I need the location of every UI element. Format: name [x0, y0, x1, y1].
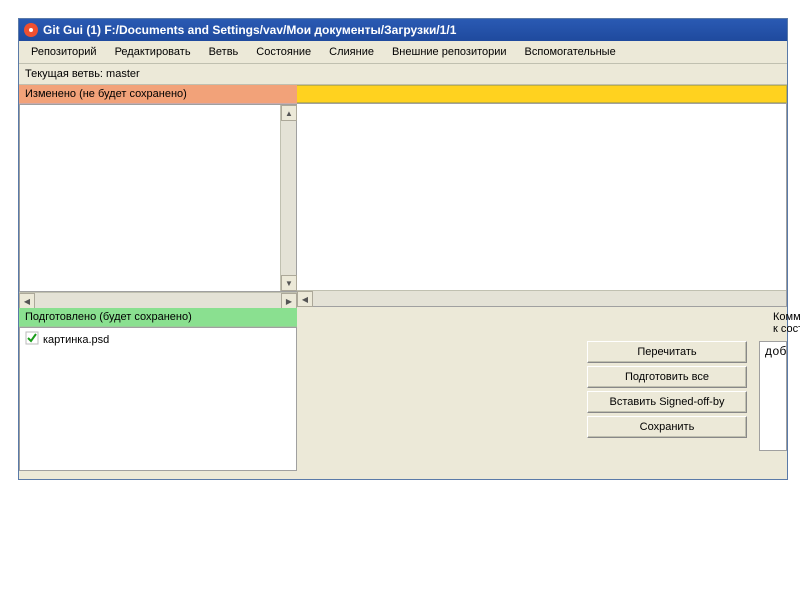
stage-all-button[interactable]: Подготовить все	[587, 366, 747, 388]
list-item[interactable]: картинка.psd	[25, 331, 291, 348]
commit-mode-row: Комментарий к состоянию: Новое состоян	[773, 311, 787, 335]
menu-remotes[interactable]: Внешние репозитории	[384, 43, 515, 61]
sign-off-button[interactable]: Вставить Signed-off-by	[587, 391, 747, 413]
titlebar[interactable]: Git Gui (1) F:/Documents and Settings/va…	[19, 19, 787, 41]
menu-repository[interactable]: Репозиторий	[23, 43, 105, 61]
menu-status[interactable]: Состояние	[248, 43, 319, 61]
scrollbar-horizontal[interactable]: ◀ ▶	[19, 292, 297, 308]
unstaged-file-list[interactable]: ▲ ▼	[19, 104, 297, 292]
menu-merge[interactable]: Слияние	[321, 43, 382, 61]
current-branch-row: Текущая ветвь: master	[19, 64, 787, 85]
branch-name: master	[106, 68, 140, 80]
menubar: Репозиторий Редактировать Ветвь Состояни…	[19, 41, 787, 64]
action-buttons: Перечитать Подготовить все Вставить Sign…	[587, 341, 747, 438]
diff-scrollbar-horizontal[interactable]: ◀	[297, 290, 786, 306]
commit-label: Комментарий к состоянию:	[773, 311, 800, 335]
checkmark-icon	[25, 331, 39, 348]
menu-branch[interactable]: Ветвь	[201, 43, 247, 61]
scroll-up-icon[interactable]: ▲	[281, 105, 297, 121]
menu-tools[interactable]: Вспомогательные	[517, 43, 624, 61]
window-title: Git Gui (1) F:/Documents and Settings/va…	[43, 23, 456, 37]
git-gui-window: Git Gui (1) F:/Documents and Settings/va…	[18, 18, 788, 480]
menu-edit[interactable]: Редактировать	[107, 43, 199, 61]
commit-area: Комментарий к состоянию: Новое состоян П…	[575, 307, 787, 479]
staged-header: Подготовлено (будет сохранено)	[19, 308, 297, 327]
scroll-left-icon[interactable]: ◀	[19, 293, 35, 309]
unstaged-header: Изменено (не будет сохранено)	[19, 85, 297, 104]
diff-header	[297, 85, 787, 103]
diff-area: ◀ Комментарий к состоянию: Новое состоян…	[297, 85, 787, 479]
file-name: картинка.psd	[43, 334, 109, 346]
staged-file-list[interactable]: картинка.psd	[19, 327, 297, 471]
scrollbar-vertical[interactable]: ▲ ▼	[280, 105, 296, 291]
scroll-right-icon[interactable]: ▶	[281, 293, 297, 309]
git-icon	[23, 22, 39, 38]
diff-body[interactable]: ◀	[297, 103, 787, 307]
branch-label: Текущая ветвь:	[25, 68, 103, 80]
scroll-left-icon[interactable]: ◀	[297, 291, 313, 307]
scroll-down-icon[interactable]: ▼	[281, 275, 297, 291]
left-column: Изменено (не будет сохранено) ▲ ▼ ◀ ▶ По…	[19, 85, 297, 471]
commit-button[interactable]: Сохранить	[587, 416, 747, 438]
rescan-button[interactable]: Перечитать	[587, 341, 747, 363]
commit-message-input[interactable]: добавлено зеленое изображение	[759, 341, 787, 451]
